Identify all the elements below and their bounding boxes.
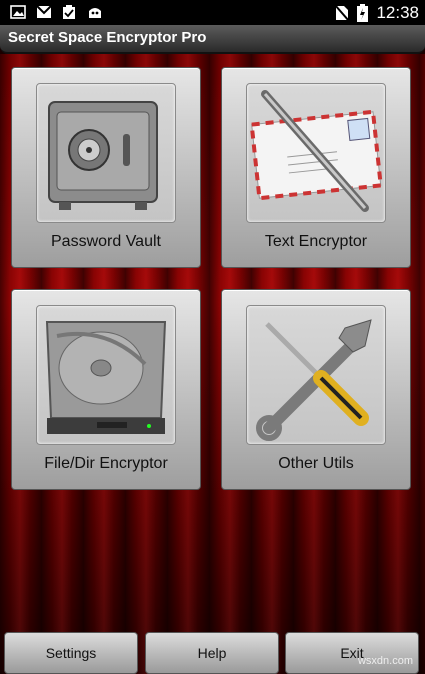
other-utils-label: Other Utils: [278, 455, 354, 472]
battery-charging-icon: [357, 4, 368, 27]
other-utils-tile[interactable]: Other Utils: [221, 289, 411, 490]
password-vault-tile[interactable]: Password Vault: [11, 67, 201, 268]
envelope-pen-icon: [249, 90, 383, 212]
app-title-bar: Secret Space Encryptor Pro: [0, 25, 425, 54]
gmail-icon: [36, 5, 52, 24]
watermark: wsxdn.com: [357, 655, 413, 667]
hard-drive-icon: [45, 321, 167, 434]
clock-time: 12:38: [376, 3, 419, 22]
clipboard-check-icon: [62, 5, 76, 25]
app-title: Secret Space Encryptor Pro: [8, 29, 207, 46]
settings-button[interactable]: Settings: [4, 632, 138, 674]
password-vault-icon-frame: [36, 83, 176, 223]
safe-icon: [48, 101, 158, 210]
no-sim-icon: [334, 4, 350, 26]
text-encryptor-tile[interactable]: Text Encryptor: [221, 67, 411, 268]
file-dir-encryptor-label: File/Dir Encryptor: [44, 455, 168, 472]
password-vault-label: Password Vault: [51, 233, 161, 250]
file-dir-encryptor-tile[interactable]: File/Dir Encryptor: [11, 289, 201, 490]
android-debug-icon: [87, 5, 103, 24]
status-bar: 12:38: [0, 0, 425, 25]
image-icon: [10, 5, 26, 24]
text-encryptor-label: Text Encryptor: [264, 233, 368, 250]
file-dir-encryptor-icon-frame: [36, 305, 176, 445]
exit-button[interactable]: Exit: [285, 632, 419, 674]
other-utils-icon-frame: [246, 305, 386, 445]
help-button[interactable]: Help: [145, 632, 279, 674]
text-encryptor-icon-frame: [246, 83, 386, 223]
tools-icon: [256, 319, 372, 441]
